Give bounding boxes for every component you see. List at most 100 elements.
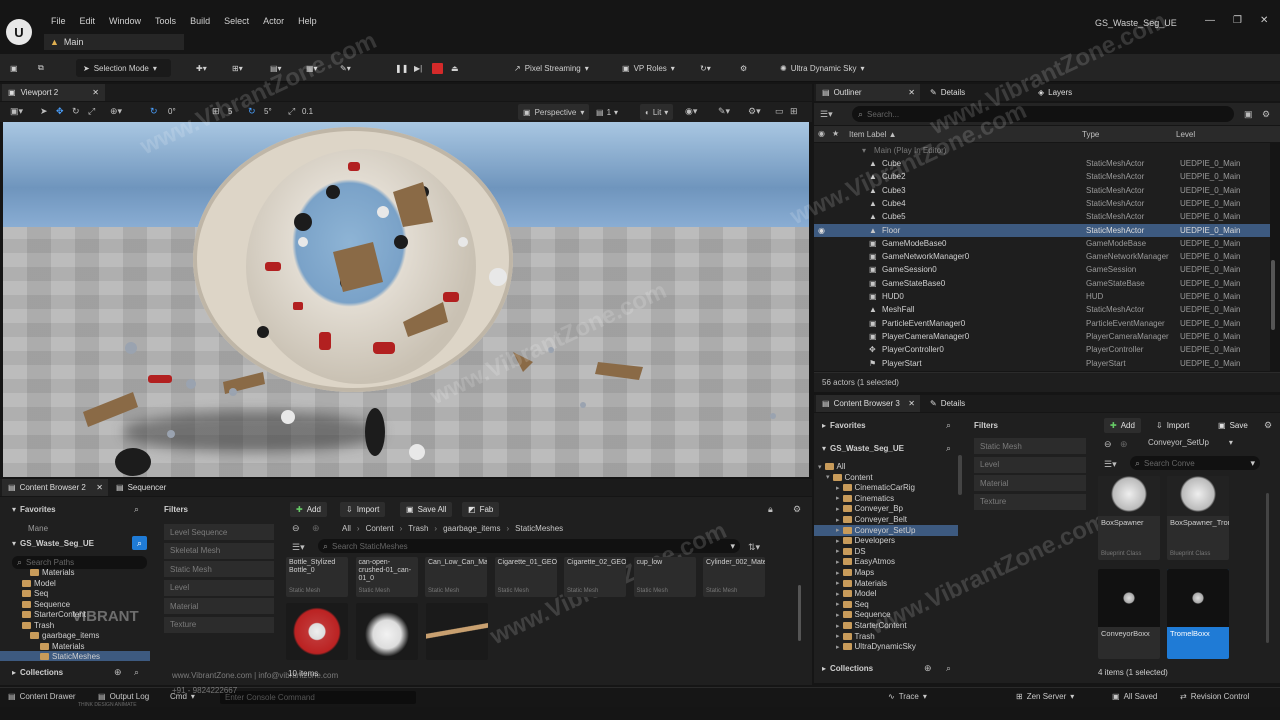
filter-item[interactable]: Texture bbox=[164, 616, 274, 633]
show-icon[interactable]: ◉▾ bbox=[685, 106, 697, 117]
output-log-button[interactable]: ▤ Output Log bbox=[98, 692, 149, 701]
grid-value[interactable]: 5 bbox=[228, 107, 232, 116]
folder-item[interactable]: ▸ UltraDynamicSky bbox=[814, 641, 958, 652]
add-folder-icon[interactable]: ▣ bbox=[1244, 109, 1253, 120]
search-toggle-icon[interactable]: ⌕ bbox=[132, 536, 147, 550]
close-icon[interactable]: ✕ bbox=[92, 88, 99, 97]
cinematics-icon[interactable]: ▤▾ bbox=[270, 59, 282, 77]
filter-item[interactable]: Texture bbox=[974, 493, 1086, 510]
outliner-row[interactable]: ▲ Cube5 StaticMeshActor UEDPIE_0_Main bbox=[814, 210, 1270, 223]
platforms-icon[interactable]: ⚙ bbox=[740, 59, 747, 77]
cb2-add-button[interactable]: ✚ Add bbox=[290, 502, 327, 517]
cb3-collections[interactable]: ▸ Collections bbox=[822, 664, 873, 673]
content-drawer-button[interactable]: ▤ Content Drawer bbox=[8, 692, 76, 701]
tab-layers[interactable]: ◈ Layers bbox=[1032, 84, 1072, 101]
scale-snap-value[interactable]: 0.1 bbox=[302, 107, 313, 116]
search-icon[interactable]: ⌕ bbox=[946, 663, 951, 674]
outliner-row[interactable]: ▣ PlayerCameraManager0 PlayerCameraManager… bbox=[814, 330, 1270, 343]
folder-item[interactable]: ▸ Materials bbox=[814, 578, 958, 589]
breadcrumb-item[interactable]: Trash bbox=[408, 524, 428, 533]
cb3-favorites[interactable]: ▸ Favorites bbox=[822, 421, 866, 430]
pin-icon[interactable]: ★ bbox=[832, 129, 839, 138]
perspective-dropdown[interactable]: ▣ Perspective ▾ bbox=[518, 104, 590, 120]
folder-item[interactable]: ▸ StarterContent bbox=[814, 620, 958, 631]
filter-icon[interactable]: ☰▾ bbox=[1104, 459, 1117, 470]
realtime-icon[interactable]: ✎▾ bbox=[718, 106, 730, 117]
asset-thumbnail[interactable] bbox=[426, 603, 488, 660]
transform-select-icon[interactable]: ▣▾ bbox=[10, 106, 23, 117]
menu-window[interactable]: Window bbox=[102, 16, 148, 26]
cb2-import-button[interactable]: ⇩ Import bbox=[340, 502, 386, 517]
blueprint-icon[interactable]: ⊞▾ bbox=[232, 59, 243, 77]
breadcrumb-item[interactable]: Content bbox=[366, 524, 394, 533]
menu-actor[interactable]: Actor bbox=[256, 16, 291, 26]
viewport-tab[interactable]: ▣ Viewport 2 ✕ bbox=[2, 84, 105, 101]
breadcrumb-item[interactable]: gaarbage_items bbox=[443, 524, 500, 533]
camera-speed[interactable]: ▤ 1 ▾ bbox=[596, 104, 618, 120]
folder-item[interactable]: ▸ Sequence bbox=[814, 609, 958, 620]
asset-tile[interactable]: BoxSpawner_Tromel Blueprint Class bbox=[1167, 476, 1229, 560]
rotation-snap-value[interactable]: 0° bbox=[168, 107, 176, 116]
lock-icon[interactable]: 🔒︎ bbox=[768, 504, 773, 515]
filter-icon[interactable]: ☰▾ bbox=[820, 109, 833, 120]
outliner-row[interactable]: ▣ GameNetworkManager0 GameNetworkManager UE… bbox=[814, 250, 1270, 263]
cb3-tree-scrollbar[interactable] bbox=[958, 455, 962, 495]
cb2-collections[interactable]: ▸ Collections bbox=[12, 668, 63, 677]
cb3-save-button[interactable]: ▣ Save bbox=[1212, 418, 1254, 433]
close-icon[interactable]: ✕ bbox=[908, 399, 915, 408]
modes-icon[interactable]: ✎▾ bbox=[340, 59, 351, 77]
breadcrumb-item[interactable]: StaticMeshes bbox=[515, 524, 563, 533]
breadcrumb-item[interactable]: All bbox=[342, 524, 351, 533]
cb3-grid-scrollbar[interactable] bbox=[1266, 493, 1269, 643]
asset-tile[interactable]: Cylinder_002_Material_023_0 Static Mesh bbox=[703, 557, 765, 597]
filter-item[interactable]: Material bbox=[974, 475, 1086, 491]
folder-item[interactable]: gaarbage_items bbox=[0, 630, 150, 641]
build-icon[interactable]: ▦▾ bbox=[306, 59, 318, 77]
asset-tile[interactable]: Cigarette_01_GEO Static Mesh bbox=[494, 557, 557, 597]
asset-tile[interactable]: BoxSpawner Blueprint Class bbox=[1098, 476, 1160, 560]
outliner-row[interactable]: ▲ Cube StaticMeshActor UEDPIE_0_Main bbox=[814, 157, 1270, 170]
all-saved-button[interactable]: ▣ All Saved bbox=[1112, 692, 1157, 701]
revision-icon[interactable]: ↻▾ bbox=[700, 59, 711, 77]
outliner-row[interactable]: ▲ Cube4 StaticMeshActor UEDPIE_0_Main bbox=[814, 197, 1270, 210]
folder-item[interactable]: ▸ Conveyer_Belt bbox=[814, 514, 958, 525]
folder-item[interactable]: ▸ CinematicCarRig bbox=[814, 482, 958, 493]
save-icon[interactable]: ▣ bbox=[10, 59, 18, 77]
sort-icon[interactable]: ⇅▾ bbox=[748, 542, 760, 553]
filter-item[interactable]: Level bbox=[974, 456, 1086, 473]
eject-icon[interactable]: ⏏ bbox=[451, 59, 459, 77]
settings-icon[interactable]: ⚙ bbox=[1264, 420, 1272, 431]
folder-item[interactable]: ▸ Conveyer_Bp bbox=[814, 503, 958, 514]
settings-icon[interactable]: ⚙ bbox=[793, 504, 801, 515]
scale-icon[interactable]: ⤢ bbox=[88, 106, 95, 117]
zen-server-button[interactable]: ⊞ Zen Server ▾ bbox=[1016, 692, 1074, 701]
cb2-search-paths-input[interactable]: ⌕ Search Paths bbox=[12, 556, 147, 569]
tab-outliner[interactable]: ▤ Outliner ✕ bbox=[816, 84, 920, 101]
outliner-row[interactable]: ▣ ParticleEventManager0 ParticleEventManag… bbox=[814, 317, 1270, 330]
search-icon[interactable]: ⌕ bbox=[134, 667, 139, 678]
back-icon[interactable]: ⊖ bbox=[292, 523, 300, 534]
world-icon[interactable]: ⊕▾ bbox=[110, 106, 122, 117]
visibility-icon[interactable]: ◉ bbox=[818, 129, 825, 138]
outliner-row[interactable]: ▲ Cube3 StaticMeshActor UEDPIE_0_Main bbox=[814, 184, 1270, 197]
close-icon[interactable]: ✕ bbox=[908, 88, 915, 97]
close-icon[interactable]: ✕ bbox=[96, 483, 103, 492]
cb2-search-input[interactable]: ⌕ Search StaticMeshes ▾ bbox=[318, 539, 740, 553]
layout-icon[interactable]: ▭ bbox=[775, 106, 784, 117]
tab-sequencer[interactable]: ▤ Sequencer bbox=[110, 479, 166, 496]
step-icon[interactable]: ▶| bbox=[414, 59, 422, 77]
tab-content-browser-3[interactable]: ▤ Content Browser 3 ✕ bbox=[816, 395, 920, 412]
add-collection-icon[interactable]: ⊕ bbox=[114, 667, 122, 678]
stop-icon[interactable] bbox=[432, 63, 443, 74]
tab-content-browser-2[interactable]: ▤ Content Browser 2 ✕ bbox=[2, 479, 108, 496]
folder-item[interactable]: ▾ Content bbox=[814, 472, 958, 483]
scale-snap-icon[interactable]: ⤢ bbox=[288, 106, 295, 117]
asset-thumbnail[interactable] bbox=[286, 603, 348, 660]
asset-tile[interactable]: can-open-crushed-01_can-01_0 Static Mesh bbox=[355, 557, 418, 597]
cb3-import-button[interactable]: ⇩ Import bbox=[1150, 418, 1195, 433]
asset-tile[interactable]: Can_Low_Can_Material_0 Static Mesh bbox=[425, 557, 487, 597]
pixel-streaming-dropdown[interactable]: ↗ Pixel Streaming ▾ bbox=[514, 59, 589, 77]
asset-tile[interactable]: ConveyorBoxx bbox=[1098, 569, 1160, 659]
visibility-icon[interactable]: ◉ bbox=[818, 226, 825, 235]
settings-icon[interactable]: ⚙▾ bbox=[748, 106, 761, 117]
